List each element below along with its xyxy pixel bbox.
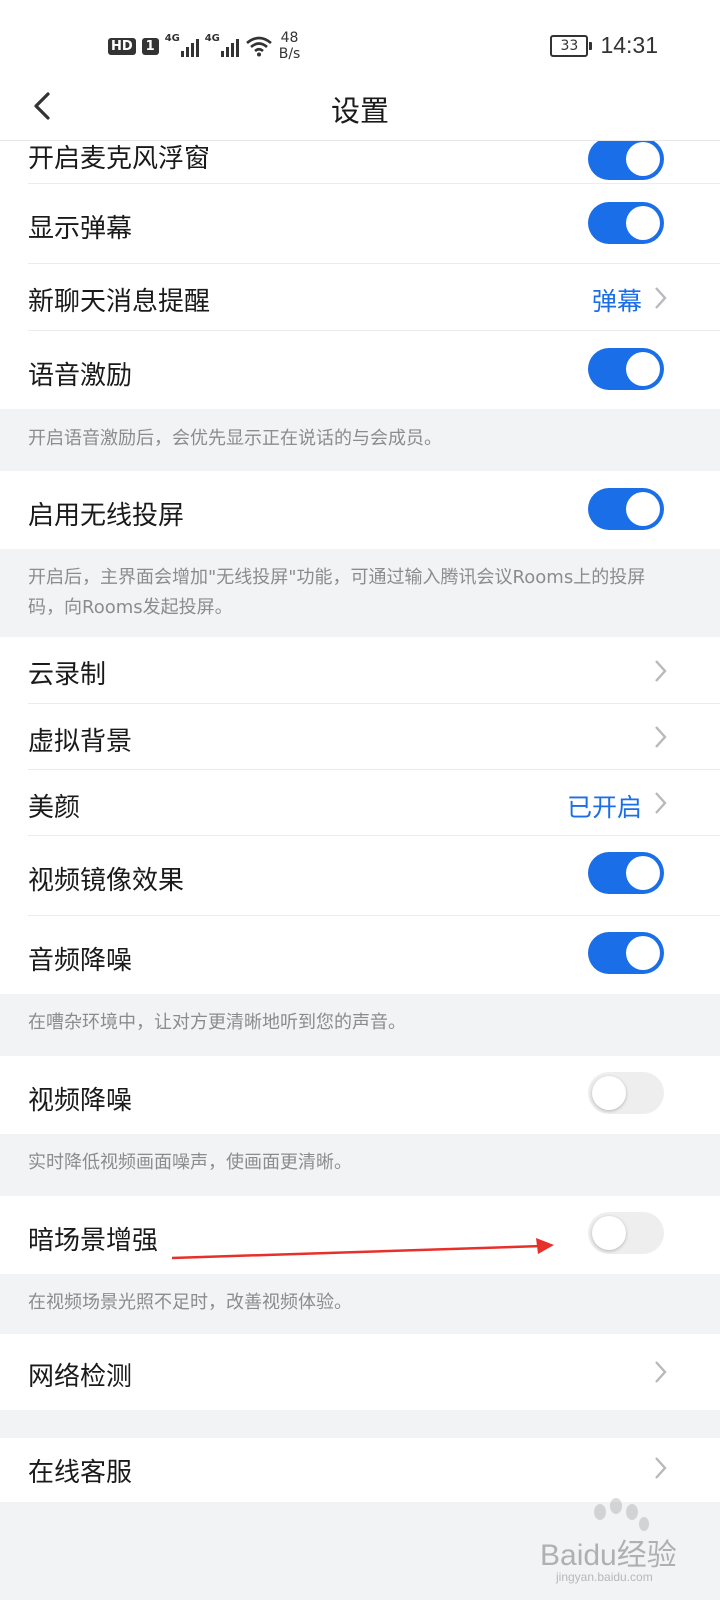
note-video-denoise: 实时降低视频画面噪声，使画面更清晰。 [0,1134,720,1196]
video-denoise-toggle[interactable] [588,1072,664,1114]
battery-icon: 33 [550,34,593,57]
page-title: 设置 [330,94,389,128]
settings-row-cloud-record[interactable]: 云录制 [0,637,720,704]
audio-denoise-toggle[interactable] [588,932,664,974]
settings-row-network-check[interactable]: 网络检测 [0,1334,720,1410]
chevron-right-icon [655,1361,667,1383]
row-label: 在线客服 [28,1458,133,1488]
row-label: 虚拟背景 [28,727,133,757]
chevron-right-icon [655,660,667,682]
row-label: 视频降噪 [28,1086,133,1116]
status-left: HD 1 4G 4G 48 B/s [108,30,300,62]
row-label: 新聊天消息提醒 [28,287,211,317]
network-speed-value: 48 [280,30,299,46]
settings-row-new-chat-reminder[interactable]: 新聊天消息提醒 弹幕 [0,264,720,331]
row-value: 已开启 [566,793,642,822]
mic-float-toggle[interactable] [588,138,664,180]
row-label: 语音激励 [28,361,133,391]
hd-badge: HD [108,37,136,55]
note-dark-enhance: 在视频场景光照不足时，改善视频体验。 [0,1274,720,1334]
settings-row-video-mirror[interactable]: 视频镜像效果 [0,836,720,916]
row-label: 视频镜像效果 [28,866,185,896]
row-label: 显示弹幕 [28,214,133,244]
settings-row-show-danmaku[interactable]: 显示弹幕 [0,184,720,264]
row-value: 弹幕 [591,287,642,316]
settings-row-virtual-bg[interactable]: 虚拟背景 [0,704,720,770]
settings-row-wireless-screen[interactable]: 启用无线投屏 [0,471,720,549]
show-danmaku-toggle[interactable] [588,202,664,244]
chevron-right-icon [655,726,667,748]
row-label: 启用无线投屏 [28,501,185,531]
note-wireless-screen: 开启后，主界面会增加"无线投屏"功能，可通过输入腾讯会议Rooms上的投屏码，向… [0,549,720,637]
row-label: 开启麦克风浮窗 [28,144,211,174]
signal-icon: 4G [164,33,199,57]
settings-row-audio-denoise[interactable]: 音频降噪 [0,916,720,994]
chevron-right-icon [655,1457,667,1479]
settings-row-beauty[interactable]: 美颜 已开启 [0,770,720,836]
note-text: 在嘈杂环境中，让对方更清晰地听到您的声音。 [28,1012,406,1033]
wireless-screen-toggle[interactable] [588,488,664,530]
chevron-right-icon [655,287,667,309]
note-audio-denoise: 在嘈杂环境中，让对方更清晰地听到您的声音。 [0,994,720,1056]
row-label: 网络检测 [28,1362,133,1392]
signal-icon-2: 4G [204,33,239,57]
voice-excitation-toggle[interactable] [588,348,664,390]
note-text: 开启语音激励后，会优先显示正在说话的与会成员。 [28,428,442,449]
network-speed: 48 B/s [279,30,301,62]
settings-row-voice-excitation[interactable]: 语音激励 [0,331,720,409]
clock: 14:31 [600,32,658,58]
signal-type-label-2: 4G [204,33,220,44]
status-right: 33 14:31 [550,32,658,59]
row-label: 暗场景增强 [28,1226,159,1256]
network-speed-unit: B/s [278,46,301,62]
signal-type-label: 4G [164,33,180,44]
dark-enhance-toggle[interactable] [588,1212,664,1254]
chevron-right-icon [655,792,667,814]
settings-row-video-denoise[interactable]: 视频降噪 [0,1056,720,1134]
note-text: 在视频场景光照不足时，改善视频体验。 [28,1292,352,1313]
row-label: 美颜 [28,793,81,823]
note-text: 开启后，主界面会增加"无线投屏"功能，可通过输入腾讯会议Rooms上的投屏码，向… [28,567,646,618]
sim-badge: 1 [141,37,159,55]
video-mirror-toggle[interactable] [588,852,664,894]
watermark-brand: Baidu经验 [540,1539,677,1572]
note-text: 实时降低视频画面噪声，使画面更清晰。 [28,1152,352,1173]
note-voice-excitation: 开启语音激励后，会优先显示正在说话的与会成员。 [0,409,720,471]
row-label: 云录制 [28,660,107,690]
watermark-site: jingyan.baidu.com [556,1570,653,1584]
wifi-icon [245,36,272,57]
annotation-arrow-icon [171,1238,554,1260]
row-label: 音频降噪 [28,946,133,976]
nav-bar: 设置 [0,72,720,141]
